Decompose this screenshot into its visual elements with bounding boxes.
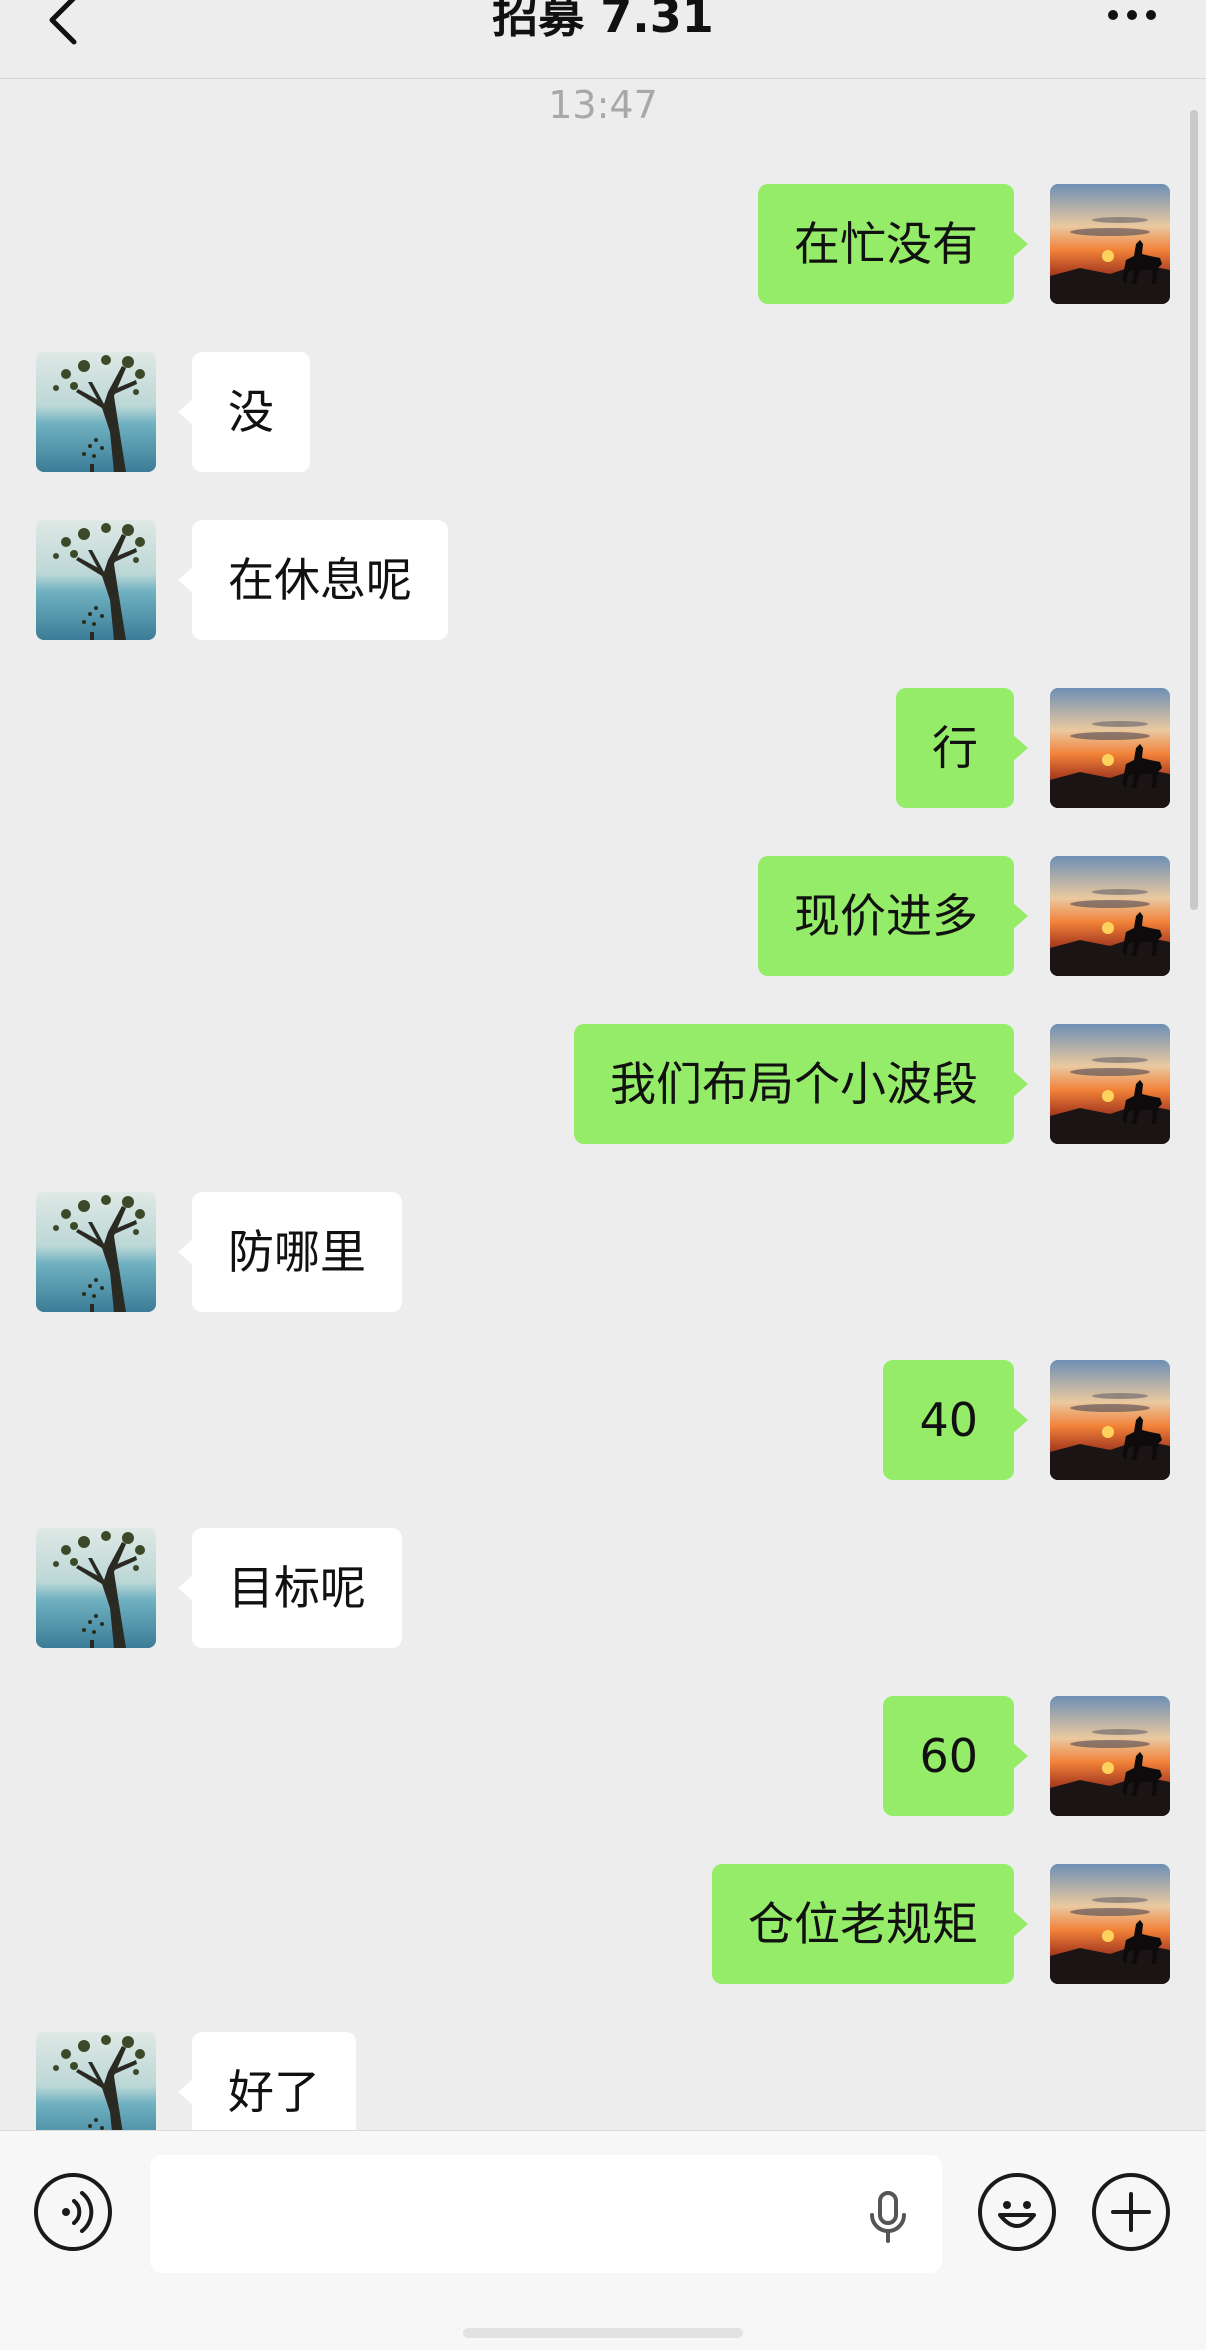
message-bubble[interactable]: 没: [178, 352, 310, 472]
message-outgoing: 我们布局个小波段: [0, 1024, 1206, 1144]
chat-input-bar: [0, 2130, 1206, 2350]
plus-button[interactable]: [1092, 2173, 1170, 2251]
message-outgoing: 行: [0, 688, 1206, 808]
message-bubble[interactable]: 行: [896, 688, 1028, 808]
message-incoming: 目标呢: [0, 1528, 1206, 1648]
message-bubble[interactable]: 目标呢: [178, 1528, 402, 1648]
avatar[interactable]: [36, 1192, 156, 1312]
chat-scrollbar[interactable]: [1190, 110, 1198, 910]
avatar[interactable]: [1050, 1864, 1170, 1984]
message-outgoing: 60: [0, 1696, 1206, 1816]
home-indicator: [463, 2328, 743, 2338]
avatar[interactable]: [36, 1528, 156, 1648]
avatar[interactable]: [1050, 688, 1170, 808]
message-bubble[interactable]: 现价进多: [758, 856, 1028, 976]
message-bubble[interactable]: 在忙没有: [758, 184, 1028, 304]
message-outgoing: 在忙没有: [0, 184, 1206, 304]
message-bubble[interactable]: 防哪里: [178, 1192, 402, 1312]
avatar[interactable]: [1050, 184, 1170, 304]
message-outgoing: 仓位老规矩: [0, 1864, 1206, 1984]
message-bubble[interactable]: 60: [883, 1696, 1028, 1816]
avatar[interactable]: [36, 352, 156, 472]
plus-icon: [1111, 2192, 1151, 2232]
voice-button[interactable]: [34, 2173, 112, 2251]
chat-header: 招募 7.31: [0, 0, 1206, 79]
message-outgoing: 现价进多: [0, 856, 1206, 976]
avatar[interactable]: [36, 520, 156, 640]
avatar[interactable]: [1050, 1024, 1170, 1144]
message-timestamp: 13:47: [548, 83, 658, 127]
avatar[interactable]: [1050, 856, 1170, 976]
message-incoming: 在休息呢: [0, 520, 1206, 640]
message-input[interactable]: [150, 2155, 942, 2273]
avatar[interactable]: [1050, 1696, 1170, 1816]
message-bubble[interactable]: 40: [883, 1360, 1028, 1480]
message-bubble[interactable]: 我们布局个小波段: [574, 1024, 1028, 1144]
message-incoming: 没: [0, 352, 1206, 472]
voice-icon: [62, 2191, 94, 2233]
message-incoming: 防哪里: [0, 1192, 1206, 1312]
more-dots-icon: [1108, 10, 1118, 20]
message-bubble[interactable]: 仓位老规矩: [712, 1864, 1028, 1984]
emoji-button[interactable]: [978, 2173, 1056, 2251]
message-outgoing: 40: [0, 1360, 1206, 1480]
message-bubble[interactable]: 在休息呢: [178, 520, 448, 640]
avatar[interactable]: [1050, 1360, 1170, 1480]
emoji-icon: [998, 2201, 1036, 2228]
chat-title: 招募 7.31: [492, 0, 714, 43]
microphone-icon[interactable]: [866, 2191, 910, 2243]
more-button[interactable]: [1102, 0, 1162, 34]
